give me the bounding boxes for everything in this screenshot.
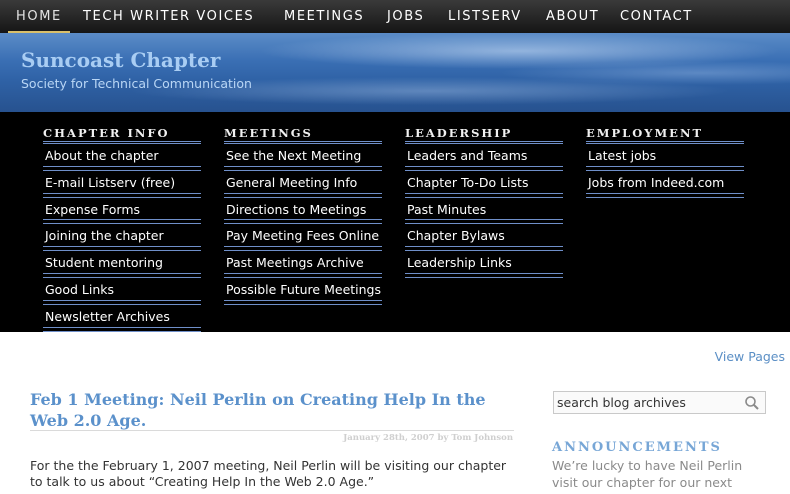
site-title[interactable]: Suncoast Chapter (21, 48, 220, 72)
nav-home[interactable]: HOME (16, 0, 62, 33)
menu-heading-meetings: MEETINGS (224, 126, 313, 140)
menu-link-directions[interactable]: Directions to Meetings (224, 198, 382, 225)
nav-jobs[interactable]: JOBS (387, 0, 424, 33)
menu-link-future-meetings[interactable]: Possible Future Meetings (224, 278, 382, 305)
site-subtitle: Society for Technical Communication (21, 76, 252, 91)
nav-about[interactable]: ABOUT (546, 0, 599, 33)
menu-link-about-chapter[interactable]: About the chapter (43, 144, 201, 171)
menu-link-indeed-jobs[interactable]: Jobs from Indeed.com (586, 171, 744, 198)
menu-link-leaders-teams[interactable]: Leaders and Teams (405, 144, 563, 171)
nav-meetings[interactable]: MEETINGS (284, 0, 364, 33)
post-body-line: For the the February 1, 2007 meeting, Ne… (30, 458, 507, 473)
site-banner: Suncoast Chapter Society for Technical C… (0, 33, 790, 112)
menu-link-past-meetings[interactable]: Past Meetings Archive (224, 251, 382, 278)
menu-column-meetings: MEETINGS See the Next Meeting General Me… (224, 126, 382, 305)
nav-listserv[interactable]: LISTSERV (448, 0, 522, 33)
view-pages-link[interactable]: View Pages (715, 349, 785, 364)
menu-heading-leadership: LEADERSHIP (405, 126, 513, 140)
nav-tech-writer-voices[interactable]: TECH WRITER VOICES (83, 0, 254, 33)
announcement-line: We’re lucky to have Neil Perlin (552, 458, 743, 473)
menu-heading-employment: EMPLOYMENT (586, 126, 704, 140)
top-navigation: HOME TECH WRITER VOICES MEETINGS JOBS LI… (0, 0, 790, 33)
post-body-line: to talk to us about “Creating Help In th… (30, 474, 375, 489)
search-icon[interactable] (744, 395, 760, 411)
announcements-heading: ANNOUNCEMENTS (552, 440, 722, 455)
menu-link-good-links[interactable]: Good Links (43, 278, 201, 305)
menu-link-bylaws[interactable]: Chapter Bylaws (405, 224, 563, 251)
menu-column-chapter-info: CHAPTER INFO About the chapter E-mail Li… (43, 126, 201, 332)
menu-link-newsletter-archives[interactable]: Newsletter Archives (43, 305, 201, 332)
banner-background (0, 33, 790, 112)
post-body: For the the February 1, 2007 meeting, Ne… (30, 458, 520, 490)
announcement-line: visit our chapter for our next (552, 475, 733, 490)
menu-column-employment: EMPLOYMENT Latest jobs Jobs from Indeed.… (586, 126, 744, 198)
search-input[interactable] (557, 394, 742, 411)
menu-link-pay-fees[interactable]: Pay Meeting Fees Online (224, 224, 382, 251)
menu-link-student-mentoring[interactable]: Student mentoring (43, 251, 201, 278)
mega-menu: CHAPTER INFO About the chapter E-mail Li… (0, 112, 790, 332)
menu-link-latest-jobs[interactable]: Latest jobs (586, 144, 744, 171)
menu-link-email-listserv[interactable]: E-mail Listserv (free) (43, 171, 201, 198)
menu-heading-chapter-info: CHAPTER INFO (43, 126, 170, 140)
menu-column-leadership: LEADERSHIP Leaders and Teams Chapter To-… (405, 126, 563, 278)
menu-link-past-minutes[interactable]: Past Minutes (405, 198, 563, 225)
menu-link-general-meeting-info[interactable]: General Meeting Info (224, 171, 382, 198)
menu-link-expense-forms[interactable]: Expense Forms (43, 198, 201, 225)
menu-link-leadership-links[interactable]: Leadership Links (405, 251, 563, 278)
content-area: View Pages Feb 1 Meeting: Neil Perlin on… (0, 332, 790, 494)
nav-contact[interactable]: CONTACT (620, 0, 693, 33)
announcements-body: We’re lucky to have Neil Perlin visit ou… (552, 457, 782, 491)
search-box (553, 391, 766, 414)
menu-link-next-meeting[interactable]: See the Next Meeting (224, 144, 382, 171)
post-meta: January 28th, 2007 by Tom Johnson (343, 433, 513, 443)
menu-link-todo-lists[interactable]: Chapter To-Do Lists (405, 171, 563, 198)
post-title[interactable]: Feb 1 Meeting: Neil Perlin on Creating H… (30, 389, 510, 431)
post-title-rule (30, 430, 514, 431)
menu-link-joining-chapter[interactable]: Joining the chapter (43, 224, 201, 251)
